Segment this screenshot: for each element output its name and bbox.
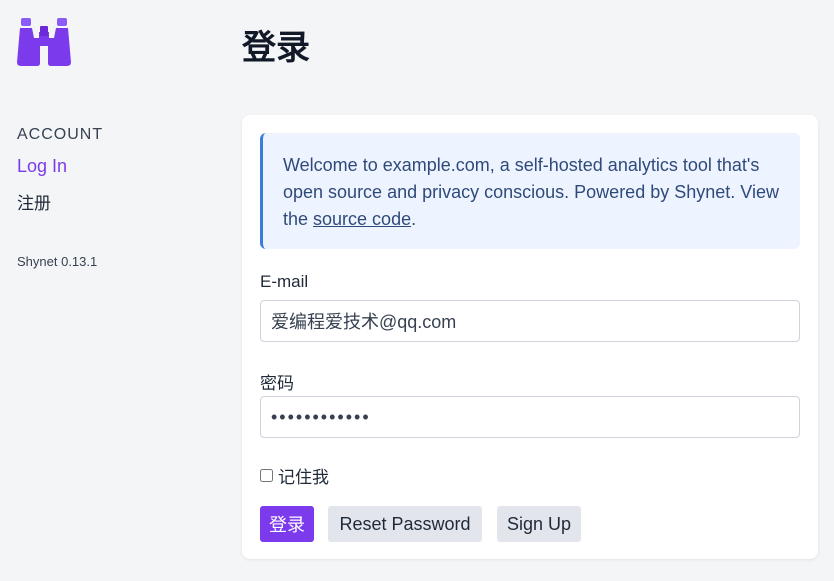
welcome-notice: Welcome to example.com, a self-hosted an…: [260, 133, 800, 249]
sidebar-item-signup[interactable]: 注册: [17, 189, 51, 214]
password-label: 密码: [260, 374, 294, 393]
remember-me: 记住我: [260, 463, 329, 488]
email-label: E-mail: [260, 272, 309, 291]
binoculars-icon[interactable]: [17, 18, 71, 66]
version-label: Shynet 0.13.1: [17, 254, 98, 269]
sidebar-heading: ACCOUNT: [17, 126, 104, 143]
reset-password-button[interactable]: Reset Password: [328, 506, 482, 542]
remember-label: 记住我: [278, 468, 329, 487]
login-button[interactable]: 登录: [260, 506, 314, 542]
signup-button[interactable]: Sign Up: [497, 506, 581, 542]
page-title: 登录: [242, 29, 310, 67]
sidebar-item-login[interactable]: Log In: [17, 156, 67, 177]
password-field[interactable]: [260, 396, 800, 438]
email-field[interactable]: [260, 300, 800, 342]
source-code-link[interactable]: source code: [313, 209, 411, 229]
login-card: Welcome to example.com, a self-hosted an…: [242, 115, 818, 559]
page: ACCOUNT Log In 注册 Shynet 0.13.1 登录 Welco…: [0, 0, 834, 581]
notice-text-end: .: [411, 209, 417, 229]
remember-checkbox[interactable]: [260, 469, 273, 482]
